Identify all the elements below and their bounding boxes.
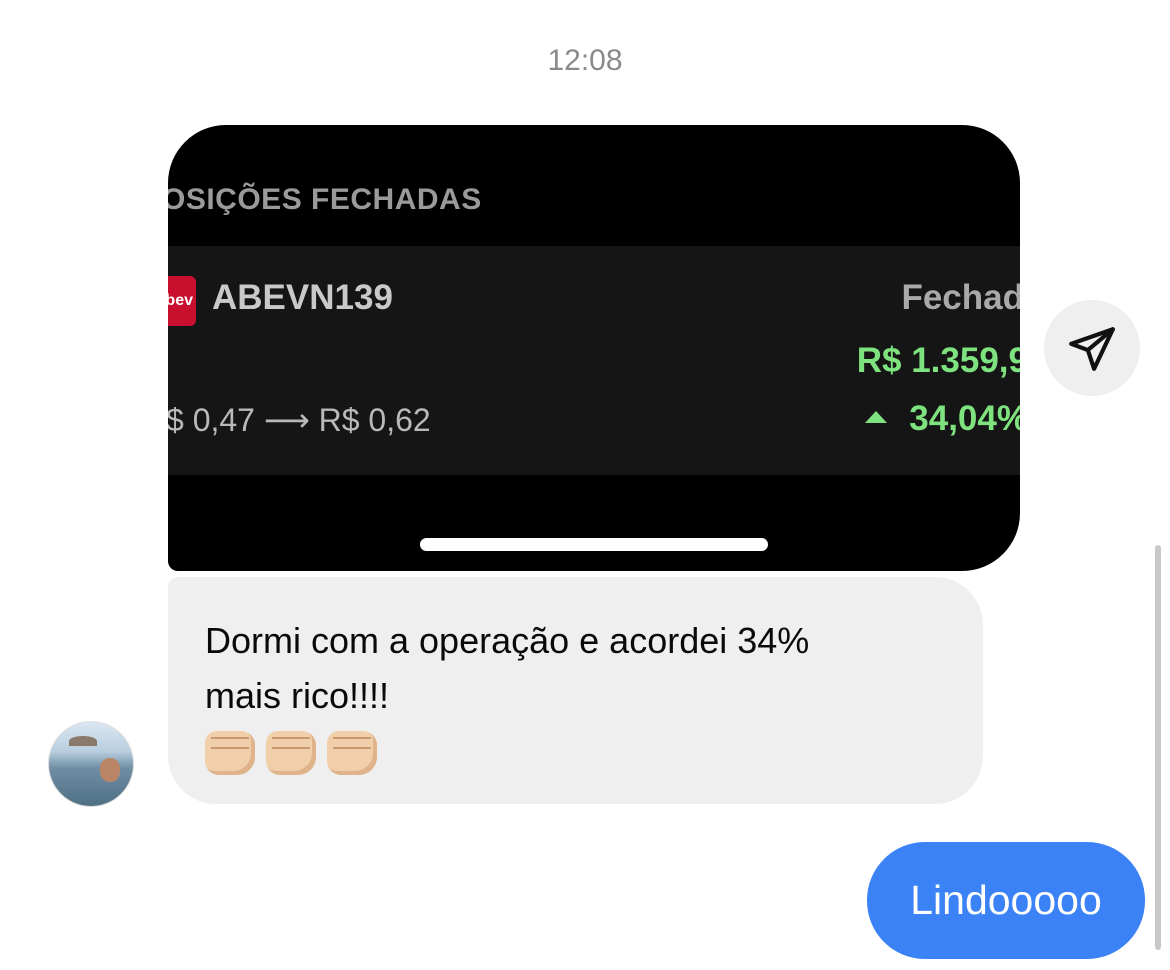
position-value: R$ 1.359,9 [856, 341, 1020, 380]
price-range: $ 0,47 ⟶ R$ 0,62 [168, 402, 431, 438]
outgoing-message-bubble[interactable]: Lindooooo [867, 842, 1145, 959]
ticker-name: ABEVN139 [212, 278, 393, 317]
oncoming-fist-icon [266, 731, 316, 775]
chat-thread: 12:08 OSIÇÕES FECHADAS bev ABEVN139 Fech… [0, 0, 1170, 970]
incoming-message-text: Dormi com a operação e acordei 34% mais … [205, 620, 810, 716]
position-card: bev ABEVN139 Fechad R$ 1.359,9 $ 0,47 ⟶ … [168, 246, 1020, 475]
scrollbar[interactable] [1155, 545, 1161, 950]
paper-plane-icon [1069, 327, 1115, 371]
message-timestamp: 12:08 [547, 44, 623, 77]
incoming-message-bubble[interactable]: Dormi com a operação e acordei 34% mais … [168, 577, 983, 804]
share-button[interactable] [1044, 300, 1140, 396]
percent-change: 34,04% [865, 399, 1020, 439]
closed-positions-header: OSIÇÕES FECHADAS [168, 183, 482, 216]
emoji-row [205, 731, 945, 779]
position-status: Fechad [901, 278, 1020, 317]
shared-image-message[interactable]: OSIÇÕES FECHADAS bev ABEVN139 Fechad R$ … [168, 125, 1020, 571]
oncoming-fist-icon [327, 731, 377, 775]
oncoming-fist-icon [205, 731, 255, 775]
home-indicator [420, 538, 768, 551]
outgoing-message-text: Lindooooo [910, 877, 1102, 923]
up-triangle-icon [865, 410, 888, 423]
ambev-logo-icon: bev [168, 276, 196, 326]
sender-avatar[interactable] [48, 721, 134, 807]
